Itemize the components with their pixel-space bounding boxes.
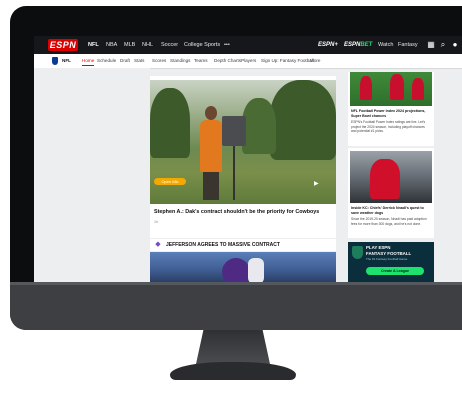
sub-navigation: NFL Home Schedule Draft Stats Scores Sta…: [34, 54, 462, 69]
person-vest: [200, 120, 222, 172]
right-card-2-text: Since the 2019-20 season, Nnadi has paid…: [351, 217, 427, 226]
nav-soccer[interactable]: Soccer: [161, 40, 178, 50]
main-story-image[interactable]: Open Mic ▶: [150, 80, 336, 204]
subnav-standings[interactable]: Standings: [170, 57, 190, 65]
player-jersey: [248, 258, 264, 282]
nav-nba[interactable]: NBA: [106, 40, 117, 50]
subnav-draft[interactable]: Draft: [120, 57, 130, 65]
nfl-shield-icon: [52, 57, 58, 65]
right-card-2-image[interactable]: [350, 151, 432, 203]
tree: [270, 80, 336, 160]
espn-plus-logo[interactable]: ESPN+: [318, 40, 338, 50]
promo-tagline: The #1 Fantasy Football Game: [366, 257, 408, 261]
player-figure: [390, 74, 404, 100]
right-card-1-title[interactable]: NFL Football Power Index 2024 projection…: [351, 109, 431, 119]
strip-title[interactable]: JEFFERSON AGREES TO MASSIVE CONTRACT: [166, 241, 280, 249]
headline-timestamp: 1h: [154, 220, 158, 224]
user-icon[interactable]: ●: [450, 39, 460, 51]
tripod: [224, 146, 244, 200]
video-badge: Open Mic: [154, 178, 186, 185]
right-card-1-text: ESPN's Football Power Index ratings are …: [351, 120, 426, 134]
tree: [242, 98, 276, 154]
monitor-chin: [10, 282, 462, 330]
purple-helmet: [222, 258, 250, 282]
subnav-depth-charts[interactable]: Depth Charts: [214, 57, 241, 65]
subnav-scores[interactable]: Scores: [152, 57, 166, 65]
nav-nhl[interactable]: NHL: [142, 40, 153, 50]
monitor-chin-edge: [10, 282, 462, 285]
nav-watch[interactable]: Watch: [378, 40, 393, 50]
nav-mlb[interactable]: MLB: [124, 40, 135, 50]
top-navigation: ESPN NFL NBA MLB NHL Soccer College Spor…: [34, 36, 462, 54]
subnav-section[interactable]: NFL: [62, 57, 71, 65]
nav-fantasy[interactable]: Fantasy: [398, 40, 418, 50]
person-head: [205, 106, 217, 120]
monitor-stand-neck: [196, 330, 270, 364]
survey-camera: [222, 116, 246, 146]
monitor-stand-base: [170, 362, 296, 380]
player-figure: [360, 76, 372, 100]
story-strip[interactable]: ◆ JEFFERSON AGREES TO MASSIVE CONTRACT: [150, 239, 336, 251]
nav-nfl[interactable]: NFL: [88, 40, 99, 50]
subnav-players[interactable]: Players: [241, 57, 256, 65]
player-figure: [370, 159, 400, 199]
subnav-teams[interactable]: Teams: [194, 57, 208, 65]
second-story-image[interactable]: [150, 252, 336, 282]
left-gutter: [34, 68, 150, 282]
search-icon[interactable]: ⌕: [438, 39, 448, 51]
fantasy-promo[interactable]: PLAY ESPN FANTASY FOOTBALL The #1 Fantas…: [348, 242, 434, 282]
subnav-stats[interactable]: Stats: [134, 57, 144, 65]
grid-icon[interactable]: ▦: [426, 39, 436, 51]
nav-college-sports[interactable]: College Sports: [184, 40, 220, 50]
fantasy-shield-icon: [352, 246, 363, 259]
right-card-2-title[interactable]: Inside KC: Chiefs' Derrick Nnadi's quest…: [351, 206, 431, 216]
right-card-1-image[interactable]: [350, 72, 432, 106]
espn-logo[interactable]: ESPN: [48, 39, 78, 51]
espn-bet-espn: ESPN: [344, 42, 361, 48]
player-figure: [412, 78, 424, 100]
subnav-fantasy-signup[interactable]: Sign Up: Fantasy Football: [261, 57, 314, 65]
person-legs: [203, 170, 219, 200]
play-icon[interactable]: ▶: [314, 180, 322, 188]
main-headline[interactable]: Stephen A.: Dak's contract shouldn't be …: [154, 208, 334, 217]
nav-more[interactable]: •••: [224, 40, 230, 50]
subnav-schedule[interactable]: Schedule: [97, 57, 116, 65]
espn-bet-bet: BET: [360, 42, 373, 48]
subnav-home[interactable]: Home: [82, 57, 95, 66]
browser-screen: ESPN NFL NBA MLB NHL Soccer College Spor…: [34, 36, 462, 282]
create-league-button[interactable]: Create A League: [366, 267, 424, 275]
vikings-logo-icon: ◆: [155, 241, 161, 248]
tree: [150, 88, 190, 158]
subnav-more[interactable]: More: [310, 57, 320, 65]
espn-bet-logo[interactable]: ESPNBET: [344, 40, 372, 50]
